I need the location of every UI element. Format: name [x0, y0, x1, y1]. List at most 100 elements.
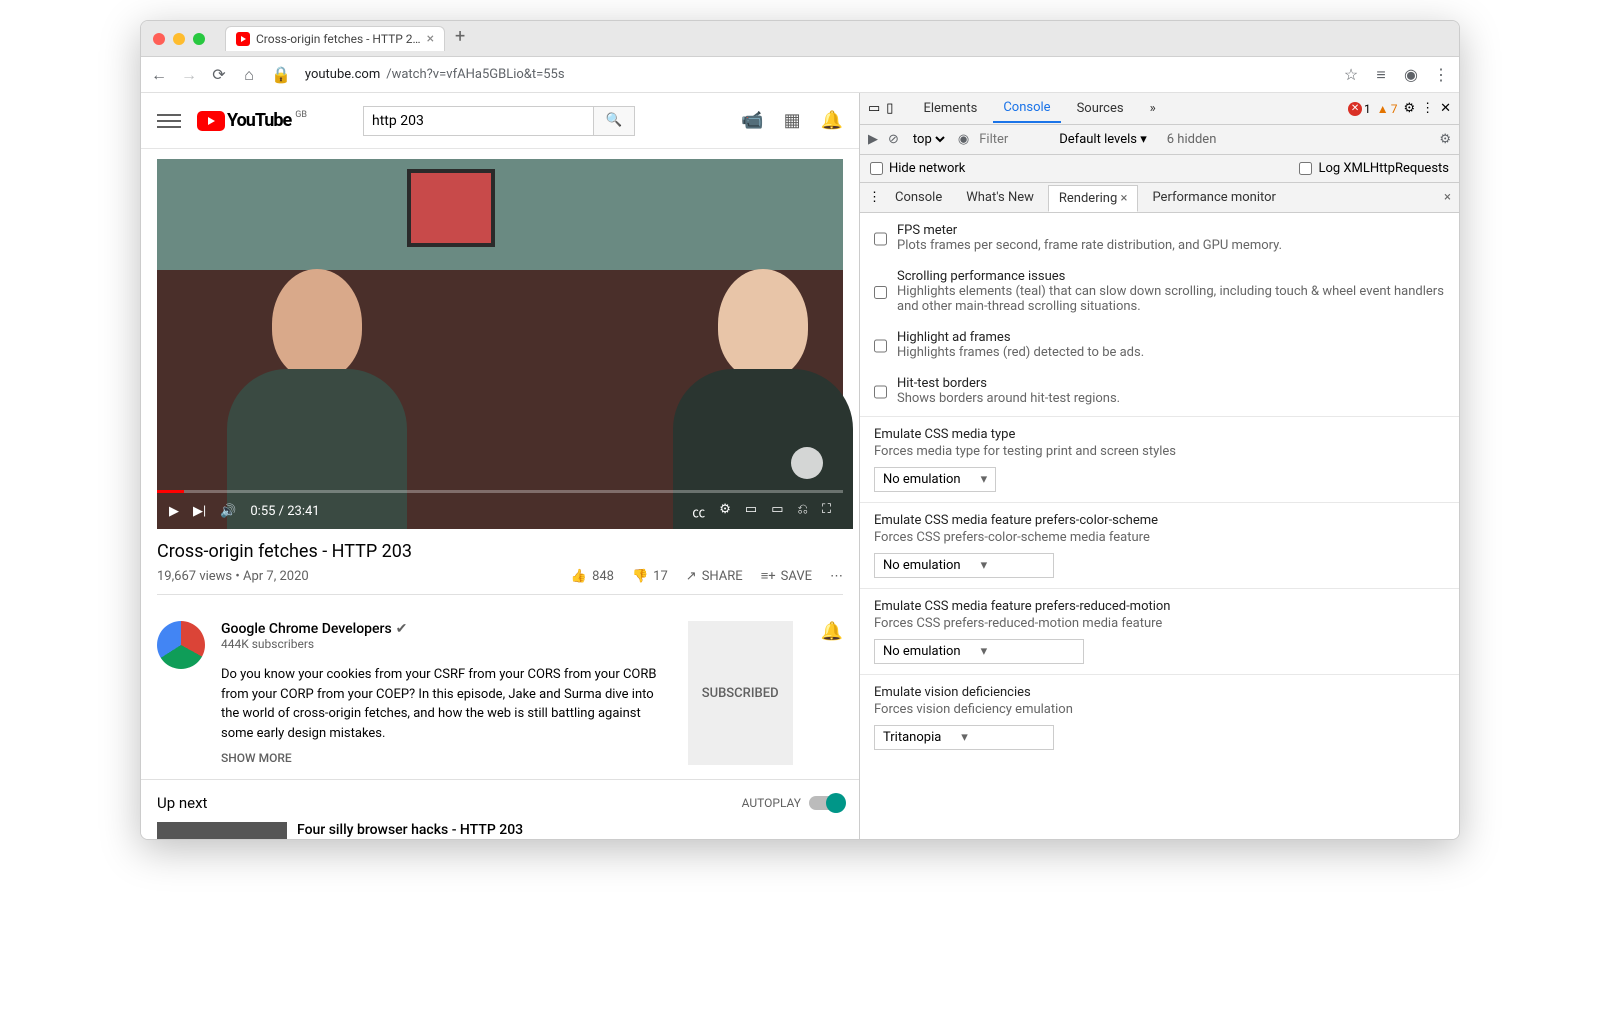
hit-test-option[interactable]: Hit-test bordersShows borders around hit…: [860, 370, 1459, 416]
browser-toolbar: ← → ⟳ ⌂ 🔒 youtube.com/watch?v=vfAHa5GBLi…: [141, 57, 1459, 93]
cast-icon[interactable]: ⎌: [797, 502, 807, 521]
window-titlebar: Cross-origin fetches - HTTP 2… × +: [141, 21, 1459, 57]
youtube-logo[interactable]: YouTube GB: [197, 110, 307, 131]
close-window[interactable]: [153, 33, 165, 45]
next-video-channel: Google Chrome Developers ✔: [297, 838, 523, 839]
drawer-whatsnew[interactable]: What's New: [956, 185, 1044, 210]
video-frame: [157, 159, 843, 529]
inspect-icon[interactable]: ▭: [868, 101, 880, 116]
search-button[interactable]: 🔍: [593, 106, 635, 136]
menu-icon[interactable]: ⋮: [1433, 67, 1449, 83]
autoplay-label: AUTOPLAY: [742, 796, 801, 810]
verified-icon: ✔: [396, 621, 408, 637]
extensions-icon[interactable]: ≡: [1373, 67, 1389, 83]
publish-date: Apr 7, 2020: [243, 569, 309, 584]
apps-icon[interactable]: ▦: [784, 110, 801, 131]
save-button[interactable]: ≡+ SAVE: [761, 568, 812, 584]
filter-input[interactable]: [979, 132, 1049, 147]
clear-console-icon[interactable]: ⊘: [888, 132, 899, 147]
console-settings-icon[interactable]: ⚙: [1439, 132, 1451, 147]
warning-count[interactable]: ▲7: [1377, 102, 1398, 116]
drawer-rendering[interactable]: Rendering ×: [1048, 185, 1139, 212]
lock-icon[interactable]: 🔒: [271, 65, 291, 84]
log-levels[interactable]: Default levels ▾: [1059, 132, 1147, 147]
play-icon[interactable]: ▶: [169, 504, 179, 519]
eye-icon[interactable]: ◉: [958, 132, 969, 147]
devtools-settings-icon[interactable]: ⚙: [1403, 101, 1415, 116]
notifications-icon[interactable]: 🔔: [821, 110, 843, 131]
tab-elements[interactable]: Elements: [913, 95, 987, 122]
close-tab-icon[interactable]: ×: [427, 31, 434, 47]
devtools-panel: ▭ ▯ Elements Console Sources » ✕1 ▲7 ⚙ ⋮…: [859, 93, 1459, 839]
video-description: Do you know your cookies from your CSRF …: [221, 665, 672, 743]
dislike-button[interactable]: 👎 17: [632, 569, 668, 584]
reload-icon[interactable]: ⟳: [211, 67, 227, 83]
search-input[interactable]: [363, 106, 593, 136]
star-icon[interactable]: ☆: [1343, 67, 1359, 83]
captions-icon[interactable]: ㏄: [692, 502, 705, 521]
minimize-window[interactable]: [173, 33, 185, 45]
forward-icon[interactable]: →: [181, 67, 197, 83]
theater-icon[interactable]: ▭: [771, 502, 783, 521]
device-toggle-icon[interactable]: ▯: [886, 101, 893, 116]
next-icon[interactable]: ▶|: [193, 504, 206, 519]
show-more-button[interactable]: SHOW MORE: [221, 751, 672, 765]
console-run-icon[interactable]: ▶: [868, 132, 878, 147]
share-button[interactable]: ↗ SHARE: [686, 569, 743, 584]
tab-more-icon[interactable]: »: [1140, 95, 1166, 122]
reduced-motion-select[interactable]: No emulation: [874, 639, 1084, 664]
drawer-perfmon[interactable]: Performance monitor: [1142, 185, 1286, 210]
ad-frames-option[interactable]: Highlight ad framesHighlights frames (re…: [860, 324, 1459, 370]
next-video-item[interactable]: Four silly Four silly browser hacks - HT…: [157, 822, 843, 839]
subscribe-button[interactable]: SUBSCRIBED: [688, 621, 793, 765]
log-xhr-checkbox[interactable]: Log XMLHttpRequests: [1299, 161, 1449, 176]
drawer-console[interactable]: Console: [885, 185, 952, 210]
close-drawer-icon[interactable]: ×: [1444, 190, 1451, 205]
new-tab-button[interactable]: +: [455, 26, 465, 51]
next-thumbnail: Four silly: [157, 822, 287, 839]
scroll-perf-option[interactable]: Scrolling performance issuesHighlights e…: [860, 263, 1459, 324]
video-title: Cross-origin fetches - HTTP 203: [157, 541, 843, 562]
fullscreen-icon[interactable]: ⛶: [822, 502, 831, 521]
volume-icon[interactable]: 🔊: [220, 504, 236, 519]
upnext-label: Up next: [157, 794, 207, 812]
settings-icon[interactable]: ⚙: [719, 502, 731, 521]
bell-icon[interactable]: 🔔: [821, 621, 843, 765]
profile-icon[interactable]: ◉: [1403, 67, 1419, 83]
channel-name[interactable]: Google Chrome Developers✔: [221, 621, 672, 637]
time-display: 0:55 / 23:41: [250, 504, 319, 519]
youtube-header: YouTube GB 🔍 📹 ▦ 🔔: [141, 93, 859, 149]
more-actions-icon[interactable]: ⋯: [830, 569, 843, 584]
miniplayer-icon[interactable]: ▭: [745, 502, 757, 521]
error-count[interactable]: ✕1: [1348, 102, 1371, 116]
like-button[interactable]: 👍 848: [571, 569, 614, 584]
hamburger-icon[interactable]: [157, 110, 181, 132]
devtools-menu-icon[interactable]: ⋮: [1421, 101, 1434, 116]
vision-deficiency-select[interactable]: Tritanopia: [874, 725, 1054, 750]
tab-sources[interactable]: Sources: [1067, 95, 1134, 122]
youtube-play-icon: [197, 111, 225, 131]
context-selector[interactable]: top: [909, 131, 948, 148]
channel-avatar[interactable]: [157, 621, 205, 669]
home-icon[interactable]: ⌂: [241, 67, 257, 83]
youtube-favicon: [236, 32, 250, 46]
chrome-badge-icon: [791, 447, 823, 479]
drawer-menu-icon[interactable]: ⋮: [868, 190, 881, 205]
tab-title: Cross-origin fetches - HTTP 2…: [256, 32, 421, 46]
create-icon[interactable]: 📹: [741, 110, 763, 131]
address-bar[interactable]: youtube.com/watch?v=vfAHa5GBLio&t=55s: [305, 67, 1329, 82]
maximize-window[interactable]: [193, 33, 205, 45]
hide-network-checkbox[interactable]: Hide network: [870, 161, 965, 176]
fps-meter-option[interactable]: FPS meterPlots frames per second, frame …: [860, 217, 1459, 263]
media-type-select[interactable]: No emulation: [874, 467, 996, 492]
color-scheme-select[interactable]: No emulation: [874, 553, 1054, 578]
tab-console[interactable]: Console: [993, 94, 1060, 123]
back-icon[interactable]: ←: [151, 67, 167, 83]
close-rendering-icon[interactable]: ×: [1120, 191, 1127, 206]
subscriber-count: 444K subscribers: [221, 637, 672, 651]
view-count: 19,667 views: [157, 569, 232, 584]
devtools-close-icon[interactable]: ✕: [1440, 101, 1451, 116]
video-player[interactable]: ▶ ▶| 🔊 0:55 / 23:41 ㏄ ⚙ ▭ ▭ ⎌ ⛶: [157, 159, 843, 529]
browser-tab[interactable]: Cross-origin fetches - HTTP 2… ×: [225, 26, 445, 51]
autoplay-toggle[interactable]: [809, 796, 843, 810]
